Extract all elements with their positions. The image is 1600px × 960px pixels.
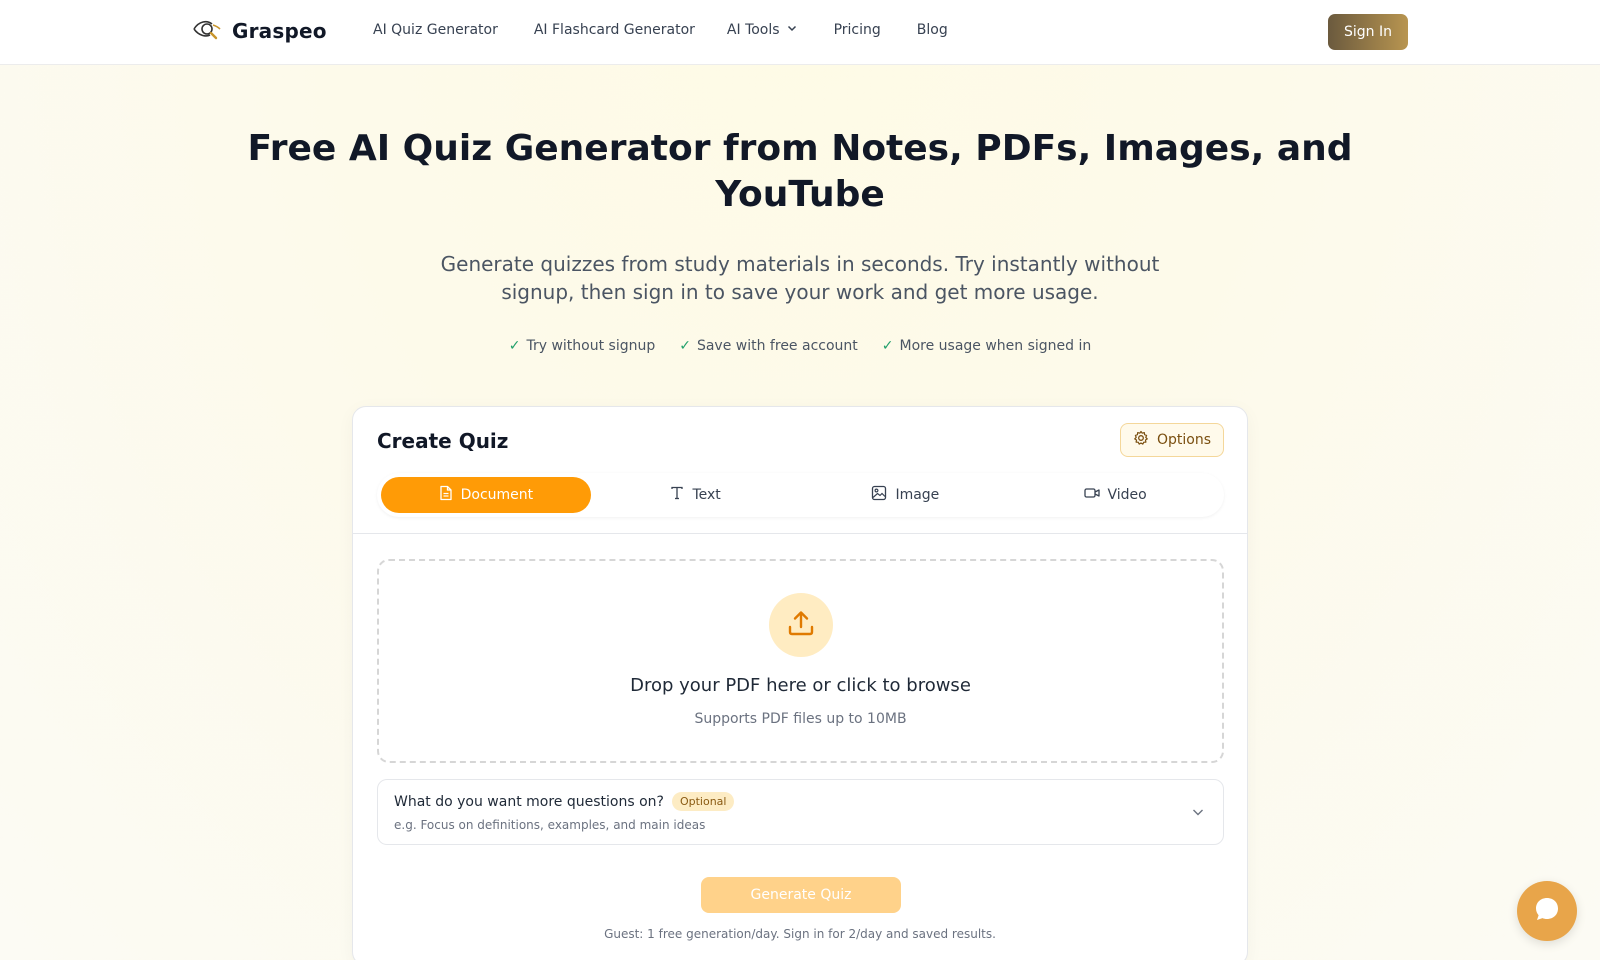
nav-pricing[interactable]: Pricing	[834, 22, 881, 38]
nav-label: AI Quiz Generator	[373, 22, 498, 38]
eye-magnifier-icon	[192, 18, 222, 44]
chevron-down-icon	[786, 22, 798, 38]
create-quiz-card: Create Quiz Options Document Text Image …	[352, 406, 1248, 960]
nav-ai-flashcard-generator[interactable]: AI Flashcard Generator	[534, 22, 695, 38]
generate-quiz-button[interactable]: Generate Quiz	[701, 877, 901, 913]
page-title: Free AI Quiz Generator from Notes, PDFs,…	[247, 128, 1353, 215]
pdf-dropzone[interactable]: Drop your PDF here or click to browse Su…	[377, 559, 1224, 763]
feature-check-label: Try without signup	[526, 338, 656, 354]
optional-badge: Optional	[671, 792, 735, 811]
dropzone-subtitle: Supports PDF files up to 10MB	[694, 711, 907, 727]
brand-name: Graspeo	[232, 19, 327, 43]
question-focus-label: What do you want more questions on?	[394, 793, 664, 810]
tab-text[interactable]: Text	[591, 477, 801, 513]
upload-icon-wrapper	[769, 593, 833, 657]
nav-label: AI Tools	[726, 22, 780, 38]
question-focus-hint: e.g. Focus on definitions, examples, and…	[394, 818, 706, 832]
feature-checklist: ✓ Try without signup ✓ Save with free ac…	[0, 338, 1600, 354]
options-label: Options	[1156, 432, 1212, 448]
tab-video[interactable]: Video	[1010, 477, 1220, 513]
divider	[353, 533, 1247, 534]
chat-widget-button[interactable]	[1517, 881, 1577, 941]
tab-document[interactable]: Document	[381, 477, 591, 513]
feature-check-label: Save with free account	[696, 338, 858, 354]
feature-check-item: ✓ More usage when signed in	[882, 338, 1092, 354]
nav-label: Pricing	[833, 22, 881, 38]
document-icon	[439, 485, 453, 505]
top-navbar: Graspeo AI Quiz Generator AI Flashcard G…	[0, 0, 1600, 65]
tab-label: Text	[692, 487, 721, 503]
main-nav: AI Quiz Generator AI Flashcard Generator…	[373, 22, 984, 38]
card-title: Create Quiz	[377, 429, 509, 453]
feature-check-item: ✓ Save with free account	[679, 338, 858, 354]
feature-check-item: ✓ Try without signup	[509, 338, 656, 354]
question-focus-header: What do you want more questions on? Opti…	[394, 792, 735, 811]
tab-label: Image	[895, 487, 940, 503]
video-icon	[1083, 486, 1100, 504]
upload-icon	[786, 608, 816, 642]
nav-ai-quiz-generator[interactable]: AI Quiz Generator	[373, 22, 498, 38]
gear-icon	[1133, 430, 1149, 450]
nav-label: Blog	[916, 22, 948, 38]
check-icon: ✓	[881, 338, 894, 354]
check-icon: ✓	[679, 338, 691, 354]
brand-logo[interactable]: Graspeo	[192, 18, 327, 44]
page-subtitle: Generate quizzes from study materials in…	[440, 252, 1160, 304]
nav-ai-tools-dropdown[interactable]: AI Tools	[727, 22, 798, 38]
text-icon	[670, 486, 684, 504]
guest-usage-note: Guest: 1 free generation/day. Sign in fo…	[604, 927, 996, 941]
check-icon: ✓	[508, 338, 521, 354]
feature-check-label: More usage when signed in	[899, 338, 1092, 354]
sign-in-button[interactable]: Sign In	[1328, 14, 1408, 50]
image-icon	[871, 485, 887, 505]
chat-bubble-icon	[1533, 895, 1561, 927]
options-button[interactable]: Options	[1120, 423, 1224, 457]
question-focus-accordion[interactable]: What do you want more questions on? Opti…	[377, 779, 1224, 845]
dropzone-title: Drop your PDF here or click to browse	[630, 675, 971, 696]
nav-label: AI Flashcard Generator	[533, 22, 695, 38]
tab-label: Document	[460, 487, 534, 503]
chevron-down-icon[interactable]	[1191, 804, 1205, 823]
tab-label: Video	[1107, 487, 1147, 503]
nav-blog[interactable]: Blog	[917, 22, 948, 38]
input-type-tabs: Document Text Image Video	[377, 473, 1224, 517]
tab-image[interactable]: Image	[801, 477, 1011, 513]
